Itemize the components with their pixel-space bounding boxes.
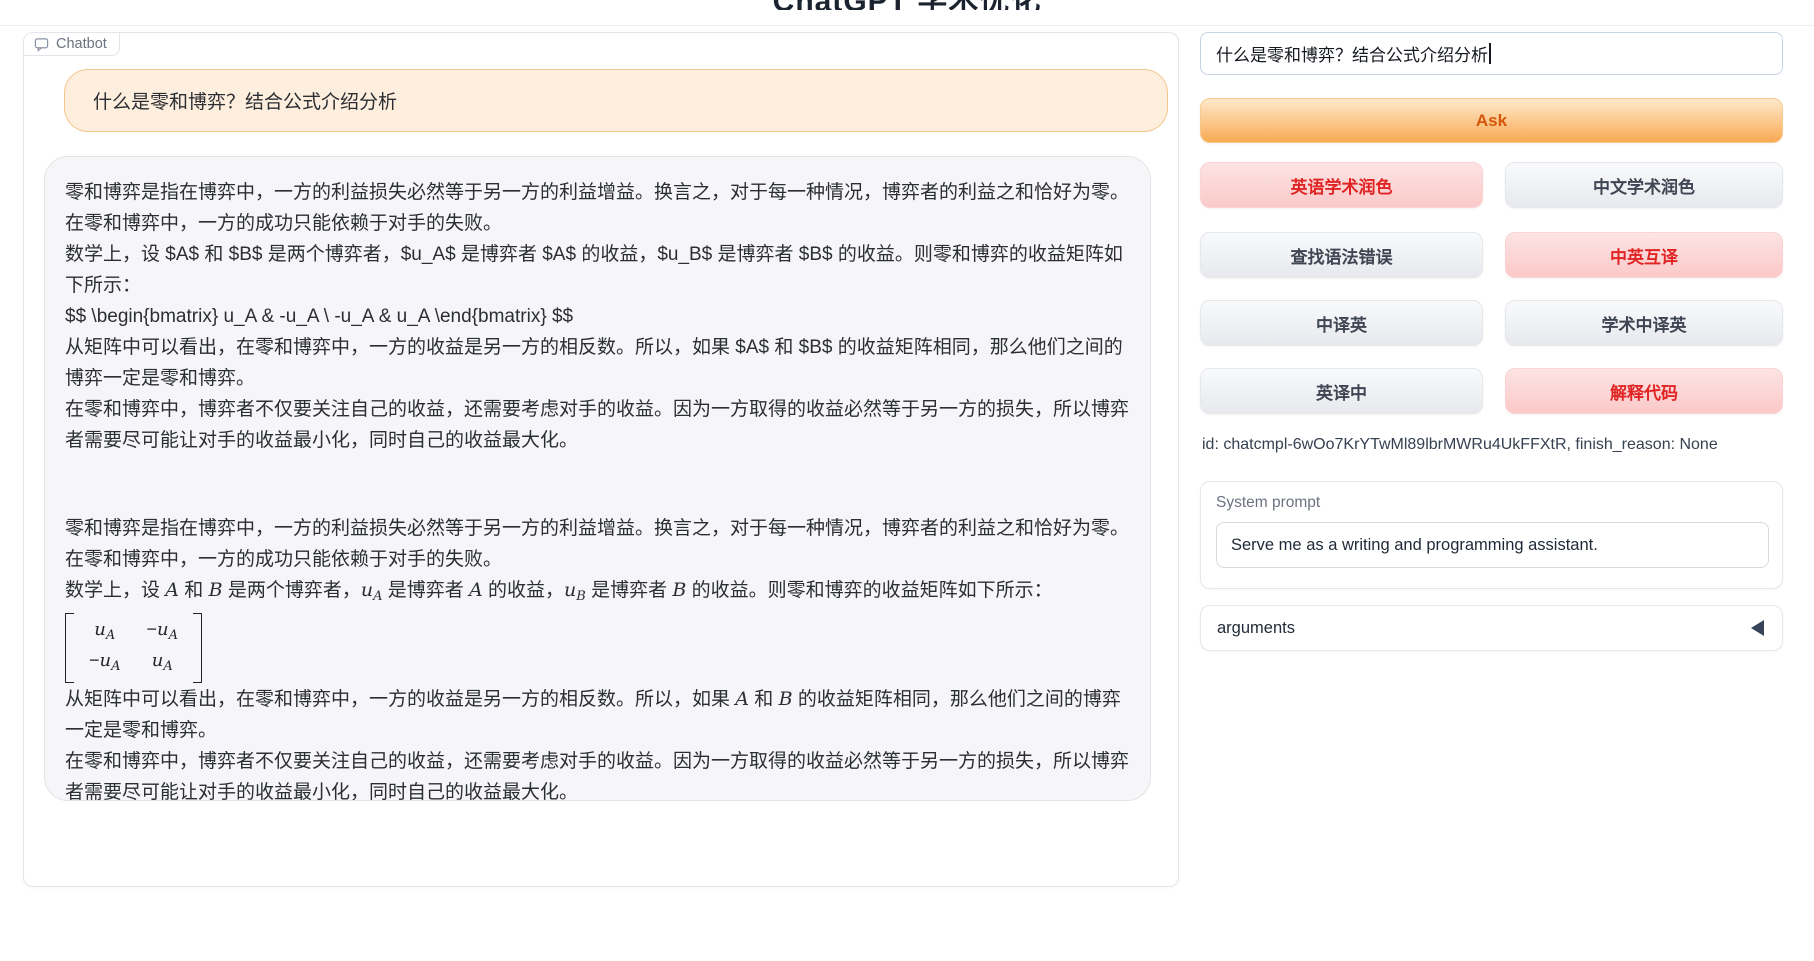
ask-button[interactable]: Ask [1200,98,1783,143]
text-caret [1489,43,1491,64]
bot-rendered-paragraph: 从矩阵中可以看出，在零和博弈中，一方的收益是另一方的相反数。所以，如果 A 和 … [65,684,1133,746]
controls-column: 什么是零和博弈？结合公式介绍分析 Ask 英语学术润色 中文学术润色 查找语法错… [1200,0,1783,961]
matrix-entries: uA−uA−uAuA [81,613,186,683]
system-prompt-input[interactable] [1216,522,1769,568]
chatbot-label: Chatbot [24,33,120,56]
question-input[interactable]: 什么是零和博弈？结合公式介绍分析 [1200,32,1783,75]
bot-rendered-paragraph: 在零和博弈中，博弈者不仅要关注自己的收益，还需要考虑对手的收益。因为一方取得的收… [65,746,1133,801]
button-chinese-academic-polish[interactable]: 中文学术润色 [1505,162,1783,208]
arguments-accordion-header[interactable]: arguments [1200,605,1783,651]
chatbot-label-text: Chatbot [56,36,107,52]
paragraph-gap [65,456,1133,513]
bot-rendered-paragraph: 数学上，设 A 和 B 是两个博弈者，uA 是博弈者 A 的收益，uB 是博弈者… [65,575,1133,612]
button-zh-to-en[interactable]: 中译英 [1200,300,1483,346]
button-academic-zh-to-en[interactable]: 学术中译英 [1505,300,1783,346]
matrix-formula: uA−uA−uAuA [65,612,1133,684]
button-find-grammar-errors[interactable]: 查找语法错误 [1200,232,1483,278]
button-explain-code[interactable]: 解释代码 [1505,368,1783,414]
bot-raw-paragraph: 数学上，设 $A$ 和 $B$ 是两个博弈者，$u_A$ 是博弈者 $A$ 的收… [65,239,1133,301]
bot-message-bubble: 零和博弈是指在博弈中，一方的利益损失必然等于另一方的利益增益。换言之，对于每一种… [44,156,1151,801]
button-zh-en-mutual-translate[interactable]: 中英互译 [1505,232,1783,278]
system-prompt-label: System prompt [1216,494,1767,512]
user-message-bubble: 什么是零和博弈？结合公式介绍分析 [64,69,1168,132]
arguments-accordion-label: arguments [1217,619,1751,638]
matrix-right-bracket [193,613,202,683]
bot-raw-paragraph: 从矩阵中可以看出，在零和博弈中，一方的收益是另一方的相反数。所以，如果 $A$ … [65,332,1133,394]
app-canvas: ChatGPT 学术优化 Chatbot 什么是零和博弈？结合公式介绍分析 零和… [0,0,1814,961]
bot-raw-latex-line: $$ \begin{bmatrix} u_A & -u_A \ -u_A & u… [65,301,1133,332]
matrix-left-bracket [65,613,74,683]
response-id-status: id: chatcmpl-6wOo7KrYTwMl89lbrMWRu4UkFFX… [1202,436,1718,454]
user-message-text: 什么是零和博弈？结合公式介绍分析 [93,87,397,114]
bot-rendered-paragraph: 零和博弈是指在博弈中，一方的利益损失必然等于另一方的利益增益。换言之，对于每一种… [65,513,1133,575]
chat-icon [34,37,49,52]
bot-raw-paragraph: 在零和博弈中，博弈者不仅要关注自己的收益，还需要考虑对手的收益。因为一方取得的收… [65,394,1133,456]
chatbot-panel: Chatbot 什么是零和博弈？结合公式介绍分析 零和博弈是指在博弈中，一方的利… [23,32,1179,887]
button-en-to-zh[interactable]: 英译中 [1200,368,1483,414]
accordion-collapsed-arrow-icon [1751,620,1764,636]
bot-raw-paragraph: 零和博弈是指在博弈中，一方的利益损失必然等于另一方的利益增益。换言之，对于每一种… [65,177,1133,239]
system-prompt-card: System prompt [1200,481,1783,589]
question-input-value: 什么是零和博弈？结合公式介绍分析 [1216,41,1488,66]
button-english-academic-polish[interactable]: 英语学术润色 [1200,162,1483,208]
